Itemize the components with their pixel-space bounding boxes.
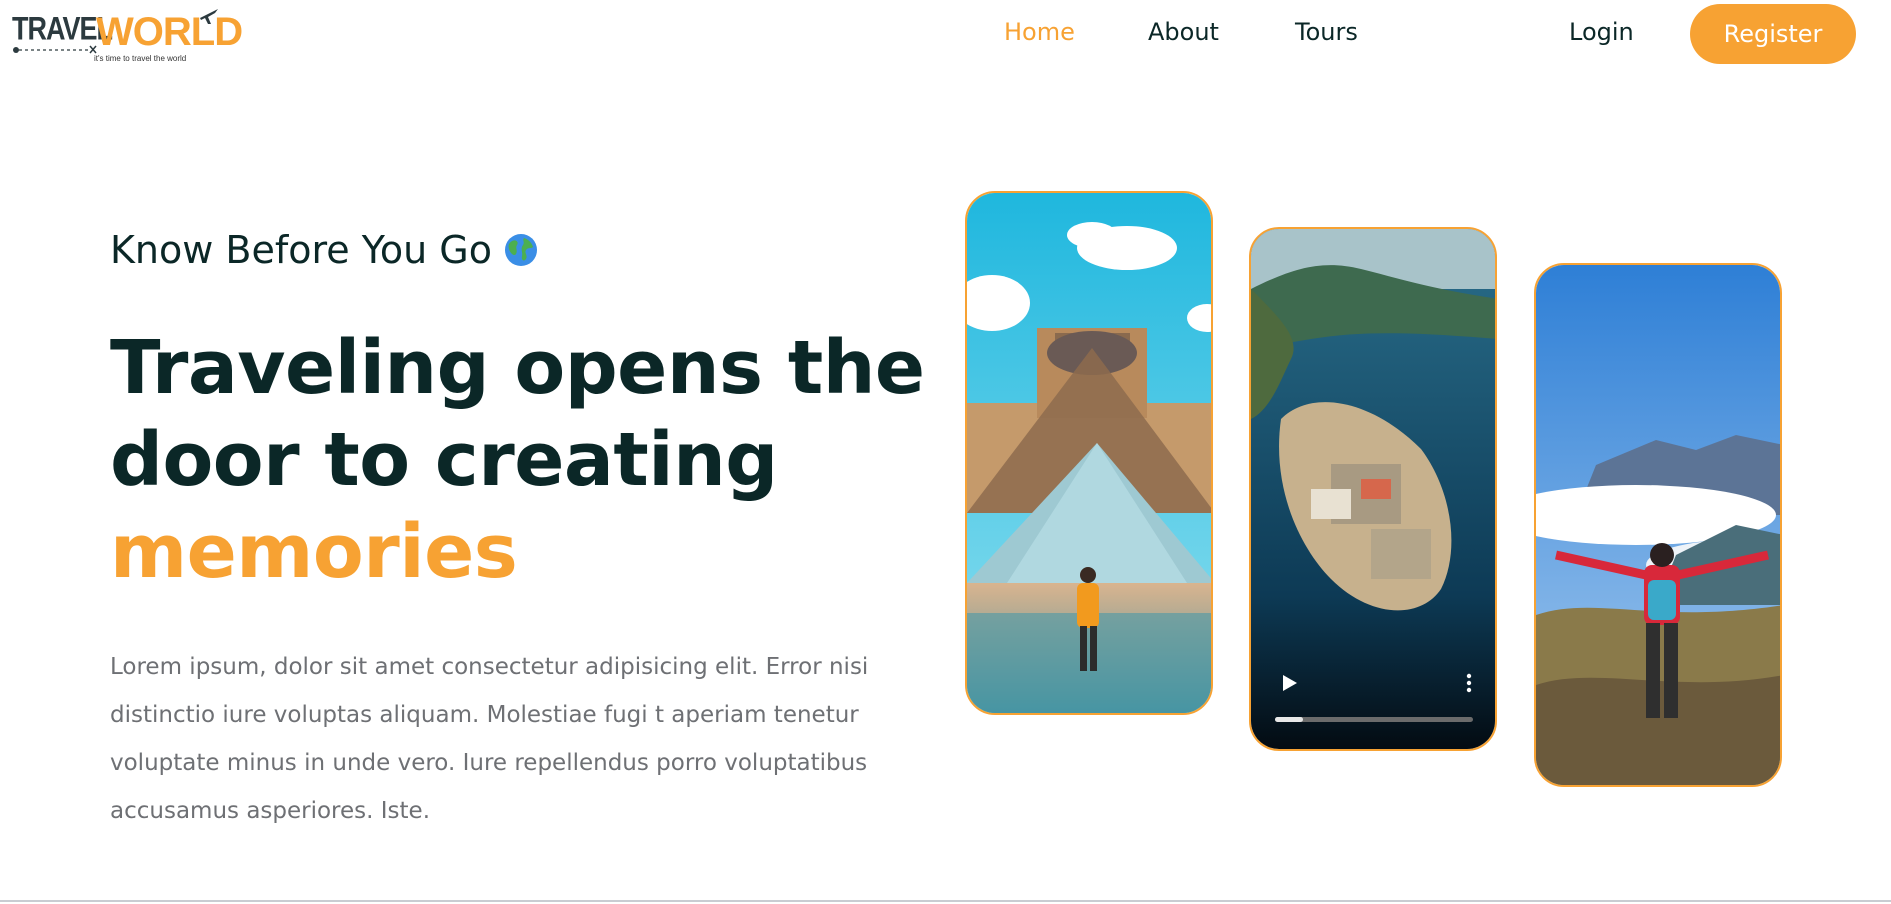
register-button[interactable]: Register <box>1690 4 1856 64</box>
hero-video-fortress[interactable] <box>1249 227 1497 751</box>
video-progress-bar[interactable] <box>1275 717 1473 722</box>
flight-path-icon <box>13 45 97 54</box>
hero-subtitle-text: Know Before You Go <box>110 228 493 272</box>
airplane-icon <box>200 9 218 24</box>
headline-line-1: Traveling opens the <box>110 325 925 411</box>
nav-home[interactable]: Home <box>1004 18 1075 46</box>
hero-headline: Traveling opens the door to creating mem… <box>110 322 925 598</box>
video-progress-fill <box>1275 717 1303 722</box>
play-icon[interactable] <box>1277 671 1301 695</box>
logo-word-world: WORLD <box>96 10 243 54</box>
globe-icon <box>505 234 538 266</box>
brand-logo[interactable]: TRAVEL WORLD it's time to travel the wor… <box>10 6 243 66</box>
login-link[interactable]: Login <box>1569 18 1634 46</box>
nav-about[interactable]: About <box>1148 18 1219 46</box>
hero-subtitle: Know Before You Go <box>110 228 538 272</box>
section-divider <box>0 900 1891 902</box>
hero-image-louvre <box>965 191 1213 715</box>
nav-tours[interactable]: Tours <box>1295 18 1358 46</box>
logo-tagline: it's time to travel the world <box>94 54 187 63</box>
hero-paragraph: Lorem ipsum, dolor sit amet consectetur … <box>110 654 869 824</box>
more-vertical-icon[interactable] <box>1457 671 1481 695</box>
site-header: TRAVEL WORLD it's time to travel the wor… <box>0 0 1891 70</box>
headline-highlight: memories <box>110 509 518 595</box>
hero-image-hiker <box>1534 263 1782 787</box>
headline-line-2: door to creating <box>110 417 778 503</box>
